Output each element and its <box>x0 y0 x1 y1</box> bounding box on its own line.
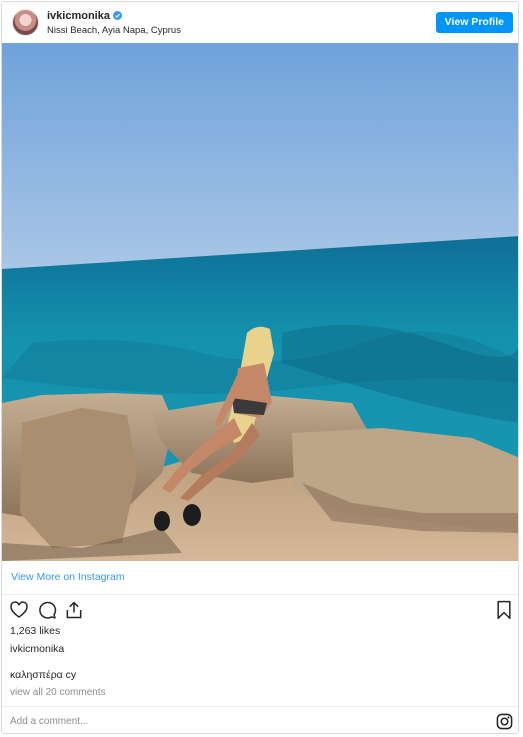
post-header: ivkicmonika Nissi Beach, Ayia Napa, Cypr… <box>2 2 518 43</box>
comment-input[interactable]: Add a comment... <box>10 716 88 727</box>
verified-badge-icon <box>112 11 122 20</box>
username-row[interactable]: ivkicmonika <box>47 10 122 22</box>
avatar[interactable] <box>12 9 39 36</box>
heart-icon[interactable] <box>9 600 29 620</box>
action-bar <box>2 598 518 624</box>
share-icon[interactable] <box>64 600 84 620</box>
likes-count: 1,263 likes <box>10 625 61 637</box>
location[interactable]: Nissi Beach, Ayia Napa, Cyprus <box>47 25 181 36</box>
post-photo[interactable] <box>2 43 519 561</box>
comment-bar: Add a comment... <box>2 706 518 733</box>
caption-username[interactable]: ivkicmonika <box>10 643 64 655</box>
instagram-icon[interactable] <box>496 713 513 730</box>
instagram-embed-card: ivkicmonika Nissi Beach, Ayia Napa, Cypr… <box>1 1 519 734</box>
bookmark-icon[interactable] <box>495 600 513 620</box>
view-more-link[interactable]: View More on Instagram <box>11 571 125 583</box>
view-comments-link[interactable]: view all 20 comments <box>10 687 106 698</box>
comment-icon[interactable] <box>37 600 57 620</box>
view-more-row: View More on Instagram <box>2 561 518 595</box>
username[interactable]: ivkicmonika <box>47 10 110 22</box>
caption-text: καλησπέρα cy <box>10 669 77 681</box>
view-profile-button[interactable]: View Profile <box>435 12 513 33</box>
